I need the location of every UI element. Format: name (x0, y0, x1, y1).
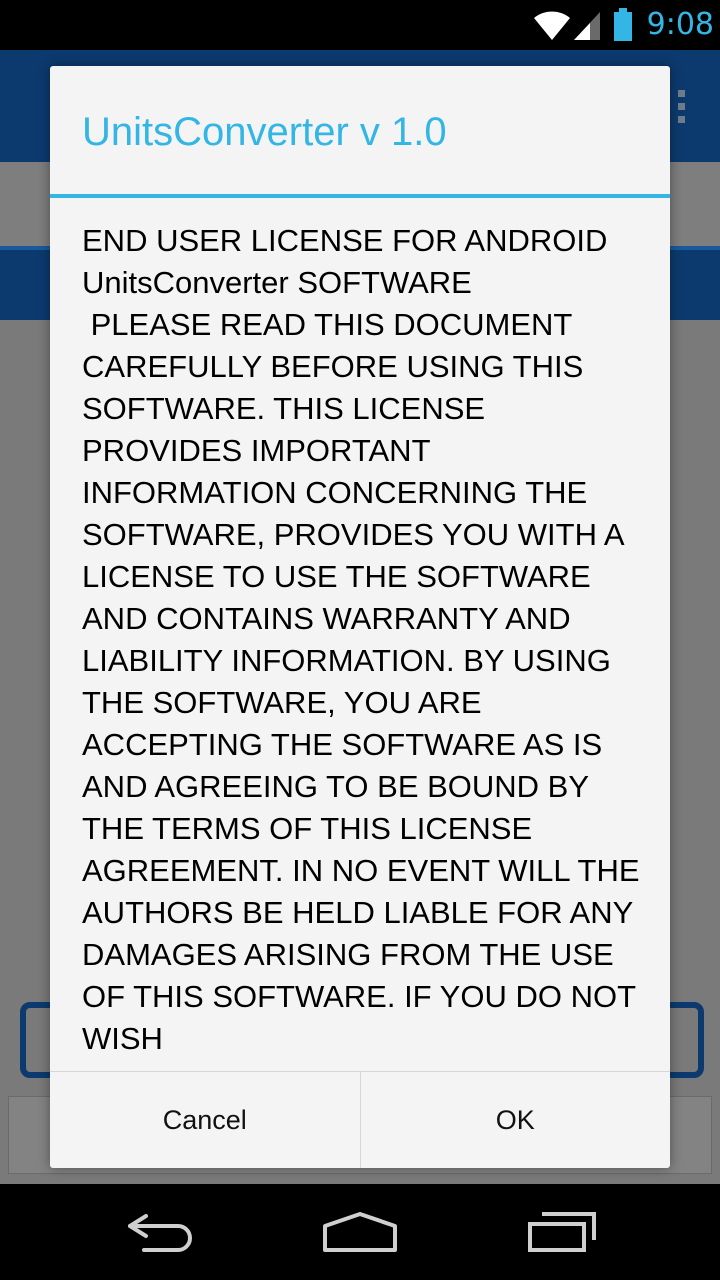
license-dialog: UnitsConverter v 1.0 END USER LICENSE FO… (50, 66, 670, 1168)
dialog-button-bar: Cancel OK (50, 1071, 670, 1168)
status-bar: 9:08 (0, 0, 720, 50)
dialog-title: UnitsConverter v 1.0 (82, 110, 447, 154)
license-text: END USER LICENSE FOR ANDROID UnitsConver… (82, 223, 640, 1056)
back-icon[interactable] (124, 1210, 196, 1254)
signal-icon (574, 12, 600, 40)
status-clock: 9:08 (646, 7, 714, 42)
recent-apps-icon[interactable] (526, 1210, 598, 1254)
license-scroll-area[interactable]: END USER LICENSE FOR ANDROID UnitsConver… (50, 198, 670, 1071)
navigation-bar (0, 1184, 720, 1280)
wifi-icon (534, 11, 570, 40)
overflow-menu-icon[interactable] (678, 90, 685, 129)
ok-button[interactable]: OK (359, 1072, 671, 1168)
home-icon[interactable] (322, 1210, 398, 1254)
cancel-button[interactable]: Cancel (50, 1072, 360, 1168)
battery-icon (614, 8, 632, 41)
